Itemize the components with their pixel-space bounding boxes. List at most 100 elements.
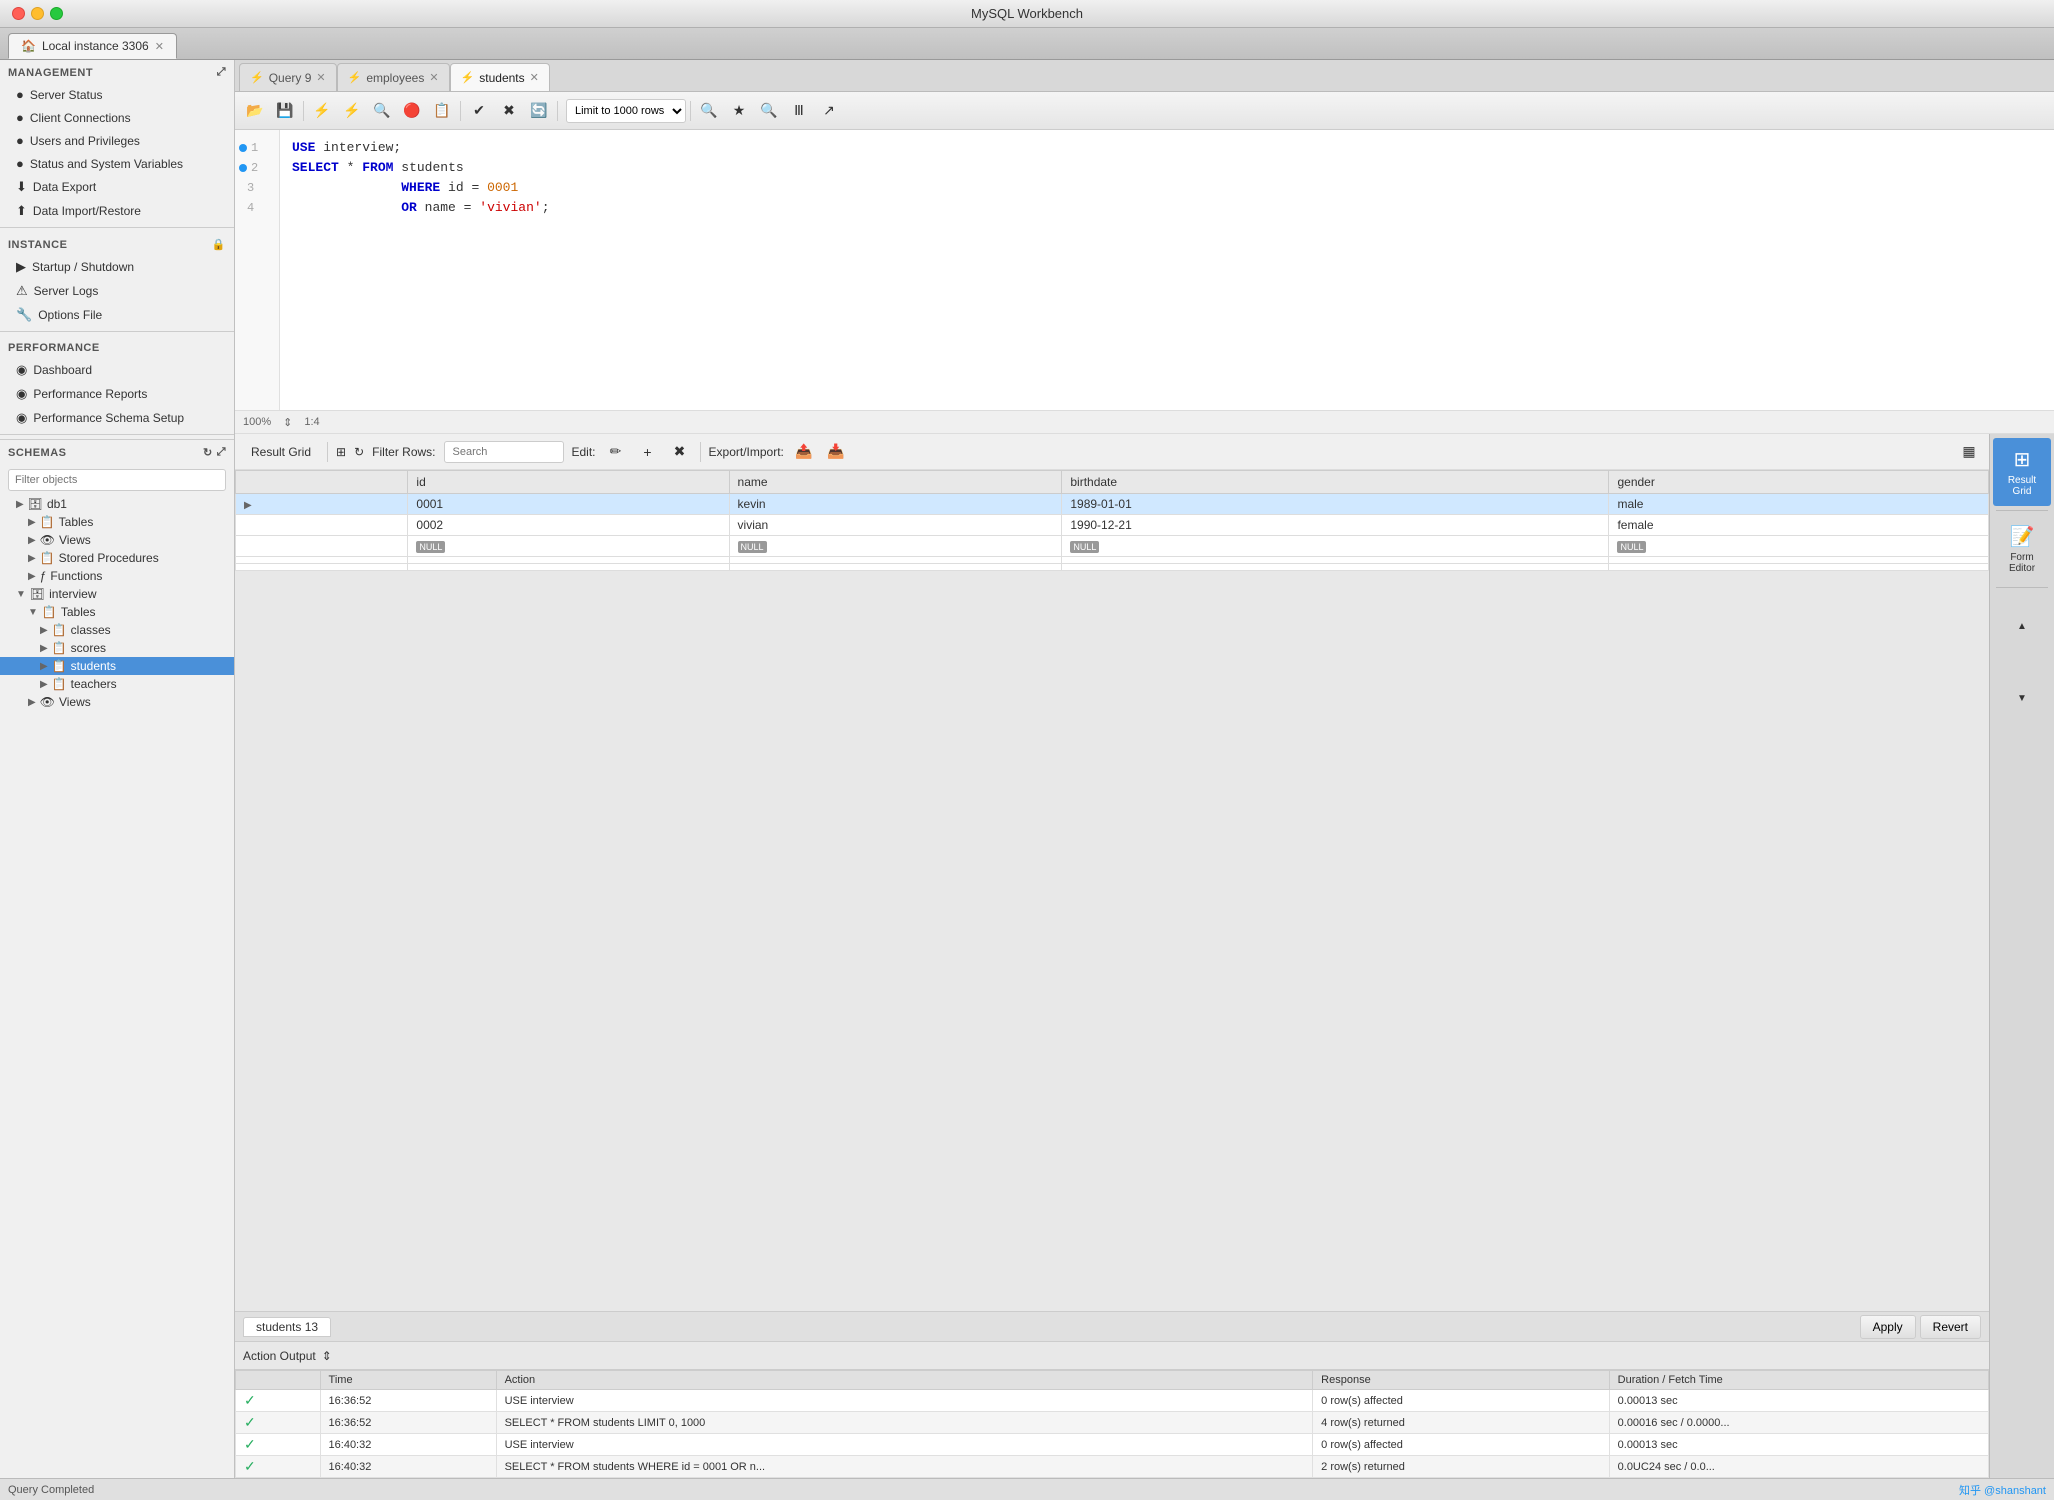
students-item[interactable]: ▶ 📋 students — [0, 657, 234, 675]
sidebar-item-server-logs[interactable]: ⚠ Server Logs — [0, 279, 234, 303]
sidebar-item-data-import[interactable]: ⬆ Data Import/Restore — [0, 199, 234, 223]
table-row[interactable]: ▶ 0001 kevin 1989-01-01 male — [236, 494, 1989, 515]
col-header-gender[interactable]: gender — [1609, 471, 1989, 494]
commit-btn[interactable]: ✔ — [465, 98, 493, 124]
sidebar-item-data-export[interactable]: ⬇ Data Export — [0, 175, 234, 199]
employees-tab[interactable]: ⚡ employees ✕ — [337, 63, 450, 91]
close-icon[interactable]: ✕ — [155, 40, 164, 53]
auto-commit-btn[interactable]: 🔄 — [525, 98, 553, 124]
export-icon[interactable]: 📤 — [792, 441, 816, 463]
query9-close-icon[interactable]: ✕ — [316, 71, 325, 84]
main-layout: MANAGEMENT ⤢ ● Server Status ● Client Co… — [0, 60, 2054, 1478]
result-grid-toolbar: Result Grid ⊞ ↻ Filter Rows: Edit: ✏ + ✖… — [235, 434, 1989, 470]
db1-stored-label: Stored Procedures — [59, 551, 159, 565]
col-header-name[interactable]: name — [729, 471, 1062, 494]
interview-views-item[interactable]: ▶ 👁 Views — [0, 693, 234, 711]
db1-functions-item[interactable]: ▶ ƒ Functions — [0, 567, 234, 585]
db1-tables-item[interactable]: ▶ 📋 Tables — [0, 513, 234, 531]
sidebar-item-status-vars[interactable]: ● Status and System Variables — [0, 152, 234, 175]
action-output-panel: Action Output ⇕ Time Action Response Dur… — [235, 1341, 1989, 1478]
limit-rows-select[interactable]: Limit to 1000 rows — [566, 99, 686, 123]
interview-item[interactable]: ▼ 🗄 interview — [0, 585, 234, 603]
grid-layout-icon[interactable]: ⊞ — [336, 445, 346, 459]
close-button[interactable] — [12, 7, 25, 20]
sidebar-item-startup-shutdown[interactable]: ▶ Startup / Shutdown — [0, 255, 234, 279]
maximize-button[interactable] — [50, 7, 63, 20]
db1-views-item[interactable]: ▶ 👁 Views — [0, 531, 234, 549]
zoom-stepper-icon[interactable]: ⇕ — [283, 416, 292, 429]
stored-icon: 📋 — [40, 551, 55, 565]
bookmark-btn[interactable]: ★ — [725, 98, 753, 124]
line-2-gutter: 2 — [235, 158, 279, 178]
sql-content-area[interactable]: USE interview; SELECT * FROM students WH… — [280, 130, 2054, 410]
time-26: 16:36:52 — [320, 1390, 496, 1412]
students-tab[interactable]: ⚡ students ✕ — [450, 63, 550, 91]
export2-btn[interactable]: ↗ — [815, 98, 843, 124]
scroll-down-btn[interactable]: ▼ — [1993, 664, 2051, 732]
stop-btn[interactable]: 🔴 — [398, 98, 426, 124]
result-grid-tab-btn[interactable]: Result Grid — [243, 441, 319, 463]
sidebar-item-performance-reports[interactable]: ◉ Performance Reports — [0, 382, 234, 406]
db1-item[interactable]: ▶ 🗄 db1 — [0, 495, 234, 513]
rollback-btn[interactable]: ✖ — [495, 98, 523, 124]
col-header-id[interactable]: id — [408, 471, 729, 494]
clipboard-btn[interactable]: 📋 — [428, 98, 456, 124]
interview-tables-item[interactable]: ▼ 📋 Tables — [0, 603, 234, 621]
query9-tab[interactable]: ⚡ Query 9 ✕ — [239, 63, 337, 91]
table-row-null[interactable]: NULL NULL NULL NULL — [236, 536, 1989, 557]
action-26: USE interview — [496, 1390, 1313, 1412]
table-row[interactable]: 0002 vivian 1990-12-21 female — [236, 515, 1989, 536]
col-header-birthdate[interactable]: birthdate — [1062, 471, 1609, 494]
watermark-text: 知乎 @shanshant — [1959, 1482, 2046, 1498]
delete-row-icon[interactable]: ✖ — [668, 441, 692, 463]
students-result-tab[interactable]: students 13 — [243, 1317, 331, 1337]
classes-arrow: ▶ — [40, 625, 48, 636]
edit-row-icon[interactable]: ✏ — [604, 441, 628, 463]
grid-view-icon[interactable]: ▦ — [1957, 441, 1981, 463]
form-editor-side-btn[interactable]: 📝 Form Editor — [1993, 515, 2051, 583]
scroll-up-btn[interactable]: ▲ — [1993, 592, 2051, 660]
action-output-sort-icon[interactable]: ⇕ — [322, 1349, 332, 1363]
apply-button[interactable]: Apply — [1860, 1315, 1916, 1339]
table-name: students — [401, 158, 463, 178]
employees-close-icon[interactable]: ✕ — [429, 71, 438, 84]
sidebar-item-performance-schema[interactable]: ◉ Performance Schema Setup — [0, 406, 234, 430]
sidebar-item-users-privileges[interactable]: ● Users and Privileges — [0, 129, 234, 152]
classes-item[interactable]: ▶ 📋 classes — [0, 621, 234, 639]
content-area: ⚡ Query 9 ✕ ⚡ employees ✕ ⚡ students ✕ 📂… — [235, 60, 2054, 1478]
import-icon[interactable]: 📥 — [824, 441, 848, 463]
minimize-button[interactable] — [31, 7, 44, 20]
revert-button[interactable]: Revert — [1920, 1315, 1981, 1339]
save-btn[interactable]: 💾 — [271, 98, 299, 124]
filter-search-input[interactable] — [444, 441, 564, 463]
employees-icon: ⚡ — [348, 71, 362, 84]
schema-filter — [8, 469, 226, 491]
dashboard-icon: ◉ — [16, 362, 27, 378]
instance-tab[interactable]: 🏠 Local instance 3306 ✕ — [8, 33, 177, 59]
add-schema-icon[interactable]: ⤢ — [217, 446, 226, 459]
teachers-item[interactable]: ▶ 📋 teachers — [0, 675, 234, 693]
open-file-btn[interactable]: 📂 — [241, 98, 269, 124]
refresh-schemas-icon[interactable]: ↻ — [203, 446, 213, 459]
inspect-btn[interactable]: 🔍 — [695, 98, 723, 124]
filter-objects-input[interactable] — [8, 469, 226, 491]
column-btn[interactable]: Ⅲ — [785, 98, 813, 124]
sidebar-item-client-connections[interactable]: ● Client Connections — [0, 106, 234, 129]
data-import-icon: ⬆ — [16, 203, 27, 219]
explain-btn[interactable]: 🔍 — [368, 98, 396, 124]
db1-stored-item[interactable]: ▶ 📋 Stored Procedures — [0, 549, 234, 567]
line-3-gutter: 3 — [235, 178, 279, 198]
result-grid-side-btn[interactable]: ⊞ Result Grid — [1993, 438, 2051, 506]
add-row-icon[interactable]: + — [636, 441, 660, 463]
expand-icon[interactable]: ⤢ — [217, 66, 226, 79]
search2-btn[interactable]: 🔍 — [755, 98, 783, 124]
execute-btn[interactable]: ⚡ — [308, 98, 336, 124]
sidebar-item-options-file[interactable]: 🔧 Options File — [0, 303, 234, 327]
refresh-icon[interactable]: ↻ — [354, 445, 364, 459]
scores-item[interactable]: ▶ 📋 scores — [0, 639, 234, 657]
sidebar-item-server-status[interactable]: ● Server Status — [0, 83, 234, 106]
execute-current-btn[interactable]: ⚡ — [338, 98, 366, 124]
students-close-icon[interactable]: ✕ — [530, 71, 539, 84]
sidebar-item-dashboard[interactable]: ◉ Dashboard — [0, 358, 234, 382]
management-section-header: MANAGEMENT ⤢ — [0, 60, 234, 83]
